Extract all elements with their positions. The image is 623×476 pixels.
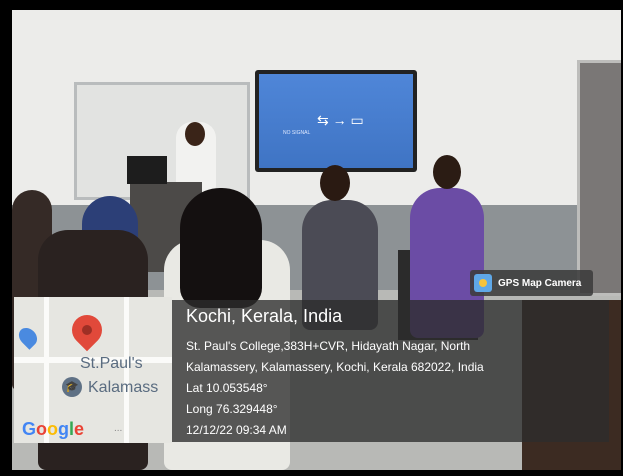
graduation-cap-icon: 🎓	[62, 377, 82, 397]
location-title: Kochi, Kerala, India	[186, 306, 343, 326]
latitude: Lat 10.053548°	[186, 381, 268, 395]
tv-screen-text: NO SIGNAL	[283, 130, 311, 136]
location-marker-icon	[15, 324, 41, 350]
location-overlay: Kochi, Kerala, India St. Paul's College,…	[172, 300, 609, 442]
map-thumbnail: St.Paul's 🎓 Kalamass Google ...	[14, 297, 172, 443]
seated-man-head	[433, 155, 461, 189]
longitude: Long 76.329448°	[186, 402, 278, 416]
seated-woman-head	[320, 165, 350, 201]
tv-display: ⇆ → ▭ NO SIGNAL	[255, 70, 417, 172]
map-pin-icon	[65, 308, 109, 352]
door	[577, 60, 621, 296]
address-line-1: St. Paul's College,383H+CVR, Hidayath Na…	[186, 339, 471, 353]
screenshot-frame: ⇆ → ▭ NO SIGNAL GPS Map Camera St.Paul's…	[0, 0, 623, 476]
timestamp: 12/12/22 09:34 AM	[186, 423, 287, 437]
map-place-label: Kalamass	[88, 379, 159, 396]
camera-icon	[474, 274, 492, 292]
address-line-2: Kalamassery, Kalamassery, Kochi, Kerala …	[186, 360, 484, 374]
speaker-head	[185, 122, 205, 146]
gps-badge-label: GPS Map Camera	[498, 277, 582, 289]
google-logo: Google	[22, 419, 85, 439]
tv-screen: ⇆ → ▭ NO SIGNAL	[259, 74, 413, 168]
gps-map-camera-badge: GPS Map Camera	[470, 270, 593, 296]
map-more: ...	[114, 423, 123, 434]
map-place-label: St.Paul's	[80, 355, 143, 372]
laptop	[127, 156, 167, 184]
audience-member-hair	[180, 188, 262, 308]
plug-icon: ⇆ → ▭	[317, 112, 364, 128]
